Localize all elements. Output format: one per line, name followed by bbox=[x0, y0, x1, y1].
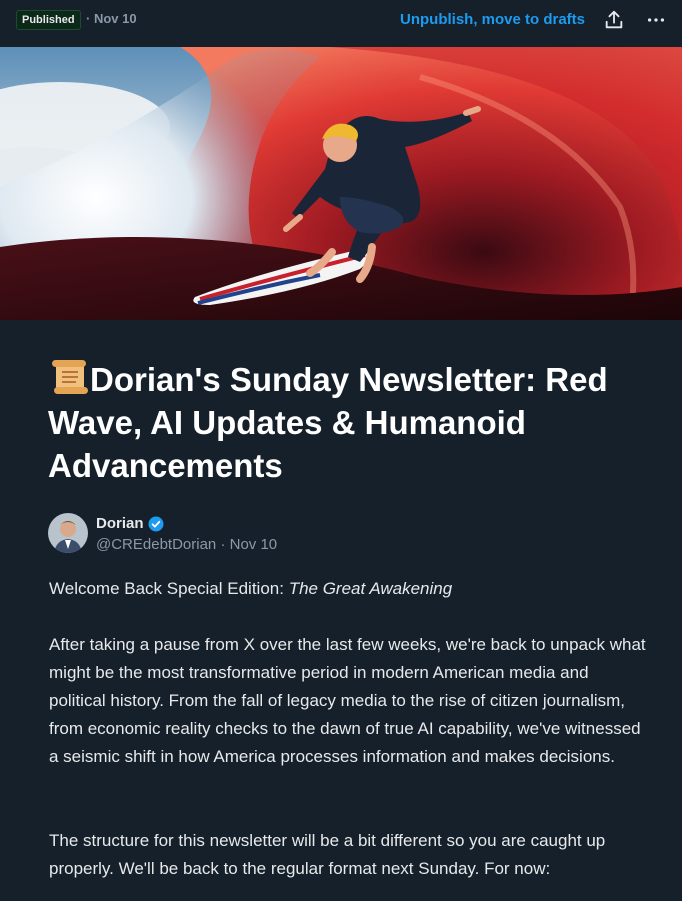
intro-paragraph: Welcome Back Special Edition: The Great … bbox=[49, 575, 649, 603]
surfer-illustration bbox=[0, 47, 682, 320]
status-badge: Published bbox=[16, 10, 81, 30]
verified-badge-icon bbox=[148, 516, 164, 532]
article-title-text: Dorian's Sunday Newsletter: Red Wave, AI… bbox=[48, 361, 608, 484]
intro-emphasis: The Great Awakening bbox=[288, 579, 453, 598]
more-options-icon[interactable] bbox=[645, 9, 667, 31]
author-handle-date: @CREdebtDorian · Nov 10 bbox=[96, 536, 278, 553]
publish-date: · Nov 10 bbox=[86, 11, 137, 26]
paragraph-2: After taking a pause from X over the las… bbox=[49, 635, 646, 766]
hero-image[interactable] bbox=[0, 47, 682, 320]
scroll-icon bbox=[52, 360, 88, 394]
share-icon[interactable] bbox=[603, 9, 625, 31]
article-title: Dorian's Sunday Newsletter: Red Wave, AI… bbox=[48, 358, 658, 487]
article-toolbar: Published · Nov 10 Unpublish, move to dr… bbox=[0, 0, 682, 40]
avatar[interactable] bbox=[48, 513, 88, 553]
author-name[interactable]: Dorian bbox=[96, 515, 144, 532]
unpublish-button[interactable]: Unpublish, move to drafts bbox=[400, 11, 585, 28]
intro-text: Welcome Back Special Edition: bbox=[49, 579, 289, 598]
avatar-image bbox=[48, 513, 88, 553]
paragraph-3: The structure for this newsletter will b… bbox=[49, 831, 606, 878]
